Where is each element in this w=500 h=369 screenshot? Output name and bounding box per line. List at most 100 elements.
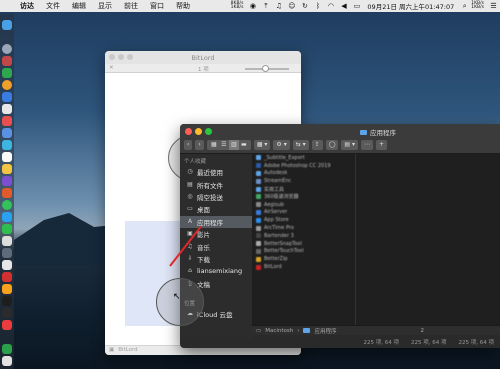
view-mode-switcher[interactable]: ▦ ☰ ▥ ▬ <box>206 140 251 150</box>
app-dock-icon[interactable] <box>2 92 12 102</box>
zoom-button[interactable] <box>205 128 212 135</box>
finder-dock-icon[interactable] <box>2 20 12 30</box>
tools-icon[interactable]: ✕ <box>109 65 114 71</box>
app-dock-icon[interactable] <box>2 164 12 174</box>
app-dock-icon[interactable] <box>2 344 12 354</box>
app-dock-icon[interactable] <box>2 320 12 330</box>
forward-button[interactable]: › <box>195 140 204 150</box>
list-item[interactable]: StreamEnc <box>252 177 355 185</box>
close-button[interactable] <box>109 54 115 60</box>
minimize-button[interactable] <box>118 54 124 60</box>
list-item[interactable]: Autodesk <box>252 170 355 178</box>
group-button[interactable]: ▦ ▾ <box>253 140 271 150</box>
app-dock-icon[interactable] <box>2 248 12 258</box>
menu-view[interactable]: 显示 <box>92 1 118 11</box>
sidebar-item-applications[interactable]: A 应用程序 <box>180 215 252 228</box>
battery-icon[interactable]: ▭ <box>352 2 361 10</box>
app-dock-icon[interactable] <box>2 116 12 126</box>
sync-icon[interactable]: ↻ <box>300 2 309 10</box>
list-item[interactable]: Adobe Photoshop CC 2019 <box>252 162 355 170</box>
path-segment[interactable]: Macintosh <box>265 328 293 334</box>
app-dock-icon[interactable] <box>2 308 12 318</box>
column-view-icon[interactable]: ▥ <box>228 140 239 150</box>
sidebar-item-all-files[interactable]: ▤ 所有文件 <box>180 178 252 190</box>
file-column: _Subtitle_Export Adobe Photoshop CC 2019… <box>252 154 356 325</box>
menubar-clock[interactable]: 09月21日 周六上午01:47:07 <box>363 1 458 11</box>
gallery-view-icon[interactable]: ▬ <box>239 140 249 150</box>
tag-icon[interactable]: ◯ <box>325 140 339 150</box>
list-icon[interactable]: ☰ <box>489 2 498 10</box>
finder-window[interactable]: 应用程序 ‹ › ▦ ☰ ▥ ▬ ▦ ▾ ⚙ ▾ ⇆ ▾ ⇪ ◯ ▤ ▾ ⋯ +… <box>180 124 500 348</box>
menu-go[interactable]: 前往 <box>118 1 144 11</box>
sidebar-item-downloads[interactable]: ⇩ 下载 <box>180 253 252 265</box>
wechat-icon[interactable]: ☺ <box>287 2 296 10</box>
list-item[interactable]: 360极速浏览器 <box>252 193 355 201</box>
mouse-cursor-icon: ↖ <box>173 292 181 302</box>
add-tab-icon[interactable]: + <box>376 140 388 150</box>
list-item[interactable]: _Subtitle_Export <box>252 154 355 162</box>
list-view-icon[interactable]: ☰ <box>219 140 229 150</box>
app-dock-icon[interactable] <box>2 236 12 246</box>
search-icon[interactable]: ⌕ <box>460 2 469 10</box>
more-icon[interactable]: ⋯ <box>361 140 374 150</box>
minimize-button[interactable] <box>195 128 202 135</box>
upload-icon[interactable]: ⤒ <box>261 2 270 10</box>
preview-button[interactable]: ▤ ▾ <box>341 140 359 150</box>
app-dock-icon[interactable] <box>2 200 12 210</box>
calendar-dock-icon[interactable] <box>2 152 12 162</box>
list-item[interactable]: 实用工具 <box>252 185 355 193</box>
list-item[interactable]: ArcTime Pro <box>252 224 355 232</box>
music-icon[interactable]: ♫ <box>274 2 283 10</box>
sidebar-item-desktop[interactable]: ▭ 桌面 <box>180 203 252 215</box>
menu-window[interactable]: 窗口 <box>144 1 170 11</box>
app-dock-icon[interactable] <box>2 284 12 294</box>
app-dock-icon[interactable] <box>2 188 12 198</box>
close-button[interactable] <box>185 128 192 135</box>
list-item[interactable]: BetterZip <box>252 255 355 263</box>
sidebar-item-airdrop[interactable]: ◎ 隔空投送 <box>180 191 252 203</box>
browser-dock-icon[interactable] <box>2 80 12 90</box>
list-item[interactable]: Aegisub <box>252 201 355 209</box>
share-icon[interactable]: ⇪ <box>311 140 323 150</box>
app-dock-icon[interactable] <box>2 356 12 366</box>
action-gear-icon[interactable]: ⚙ ▾ <box>273 140 290 150</box>
list-item[interactable]: BetterTouchTool <box>252 248 355 256</box>
list-item[interactable]: BetterSnapTool <box>252 240 355 248</box>
menu-edit[interactable]: 编辑 <box>66 1 92 11</box>
arrange-button[interactable]: ⇆ ▾ <box>292 140 309 150</box>
bluetooth-icon[interactable]: ᛒ <box>313 2 322 10</box>
list-item[interactable]: BitLord <box>252 263 355 271</box>
app-dock-icon[interactable] <box>2 68 12 78</box>
app-dock-icon[interactable] <box>2 260 12 270</box>
app-dock-icon[interactable] <box>2 104 12 114</box>
sidebar-item-music[interactable]: ♫ 音乐 <box>180 240 252 252</box>
icon-view-icon[interactable]: ▦ <box>209 140 219 150</box>
download-icon: ⇩ <box>187 254 193 262</box>
finder-titlebar[interactable]: 应用程序 <box>180 124 500 137</box>
app-dock-icon[interactable] <box>2 296 12 306</box>
path-segment[interactable]: 应用程序 <box>314 327 336 335</box>
app-dock-icon[interactable] <box>2 56 12 66</box>
app-dock-icon[interactable] <box>2 272 12 282</box>
app-dock-icon[interactable] <box>2 224 12 234</box>
status-icon[interactable]: ◉ <box>248 2 257 10</box>
list-item[interactable]: AirServer <box>252 209 355 217</box>
app-dock-icon[interactable] <box>2 176 12 186</box>
app-dock-icon[interactable] <box>2 128 12 138</box>
launchpad-dock-icon[interactable] <box>2 44 12 54</box>
list-item[interactable]: Bartender 3 <box>252 232 355 240</box>
volume-icon[interactable]: ◀ <box>339 2 348 10</box>
app-dock-icon[interactable] <box>2 140 12 150</box>
list-item[interactable]: App Store <box>252 216 355 224</box>
sidebar-item-recents[interactable]: ◷ 最近使用 <box>180 166 252 178</box>
menu-file[interactable]: 文件 <box>40 1 66 11</box>
wifi-icon[interactable]: ◠ <box>326 2 335 10</box>
back-button[interactable]: ‹ <box>184 140 193 150</box>
zoom-slider-knob[interactable] <box>262 65 269 72</box>
menu-app-name[interactable]: 访达 <box>14 1 40 11</box>
app-dock-icon[interactable] <box>2 212 12 222</box>
zoom-button[interactable] <box>127 54 133 60</box>
sidebar-item-home[interactable]: ⌂ liansemixiang <box>180 265 252 277</box>
bitlord-titlebar[interactable]: BitLord <box>105 51 301 64</box>
menu-help[interactable]: 帮助 <box>170 1 196 11</box>
